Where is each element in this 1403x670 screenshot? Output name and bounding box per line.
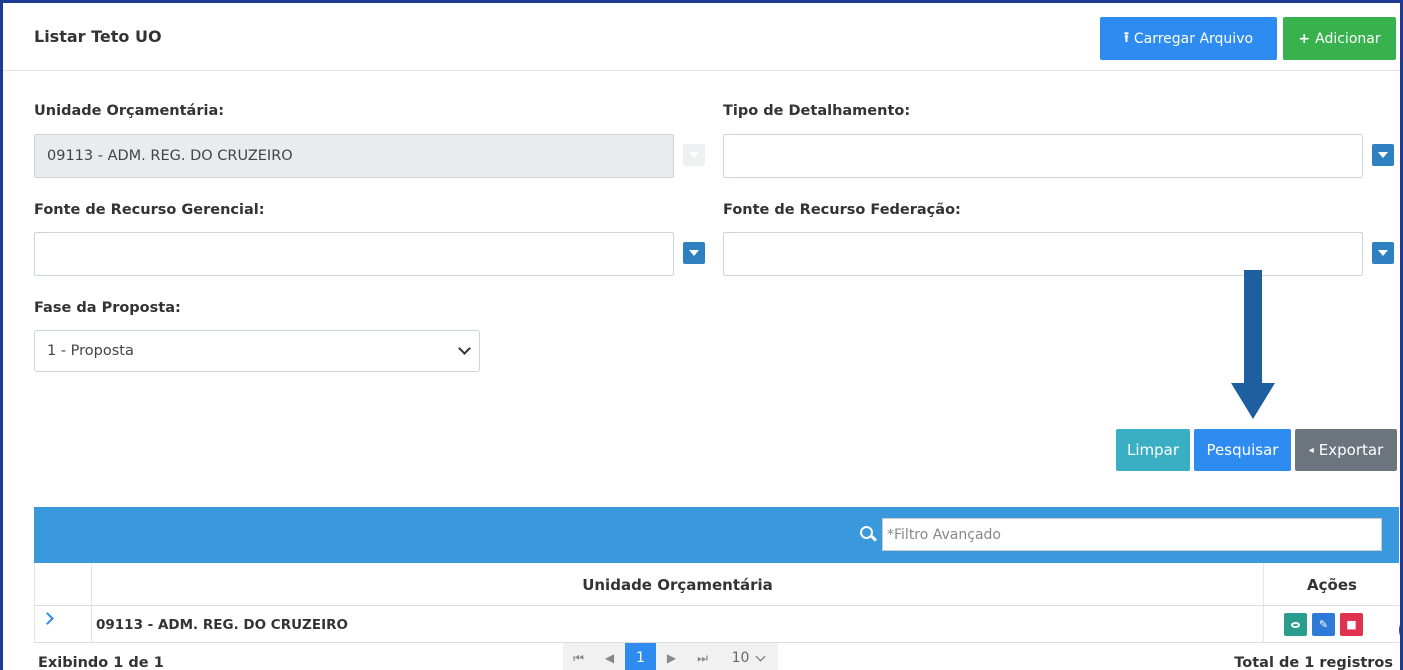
fase-label: Fase da Proposta: xyxy=(34,300,181,316)
grid-footer: Exibindo 1 de 1 ⏮ ◀ 1 ▶ ⏭ 10 Total de 1 … xyxy=(34,643,1399,670)
caret-down-icon xyxy=(1378,152,1388,158)
eye-icon xyxy=(1291,621,1300,628)
row-actions: ✎ ■ xyxy=(1263,606,1400,643)
expand-row-icon[interactable] xyxy=(41,612,54,625)
fonte-gerencial-dropdown-button[interactable] xyxy=(683,242,705,264)
plus-icon: + xyxy=(1298,30,1311,47)
column-unidade-header[interactable]: Unidade Orçamentária xyxy=(91,563,1263,606)
fonte-gerencial-field[interactable] xyxy=(34,232,674,276)
next-page-icon[interactable]: ▶ xyxy=(656,643,687,670)
fonte-gerencial-label: Fonte de Recurso Gerencial: xyxy=(34,202,265,218)
table-row: 09113 - ADM. REG. DO CRUZEIRO ✎ ■ xyxy=(34,606,1399,643)
page-title: Listar Teto UO xyxy=(34,27,162,46)
export-button[interactable]: ◂ Exportar xyxy=(1295,429,1397,471)
annotation-arrow-icon xyxy=(1231,383,1275,419)
last-page-icon[interactable]: ⏭ xyxy=(687,643,718,670)
unidade-value: 09113 - ADM. REG. DO CRUZEIRO xyxy=(47,148,293,164)
unidade-field: 09113 - ADM. REG. DO CRUZEIRO xyxy=(34,134,674,178)
upload-icon: ⭱ xyxy=(1123,29,1129,46)
page-header: Listar Teto UO ⭱ Carregar Arquivo + Adic… xyxy=(3,3,1400,71)
upload-file-label: Carregar Arquivo xyxy=(1133,30,1254,47)
delete-button[interactable]: ■ xyxy=(1340,613,1363,636)
pencil-icon: ✎ xyxy=(1318,618,1329,631)
upload-file-button[interactable]: ⭱ Carregar Arquivo xyxy=(1100,17,1277,60)
fase-select[interactable]: 1 - Proposta xyxy=(34,330,480,372)
caret-down-icon xyxy=(1378,250,1388,256)
add-label: Adicionar xyxy=(1315,30,1381,47)
tipo-field[interactable] xyxy=(723,134,1363,178)
caret-left-icon: ◂ xyxy=(1308,444,1314,456)
clear-button[interactable]: Limpar xyxy=(1116,429,1190,471)
grid-toolbar xyxy=(34,507,1399,563)
tipo-label: Tipo de Detalhamento: xyxy=(723,103,911,119)
chevron-down-icon xyxy=(755,651,766,661)
total-records: Total de 1 registros xyxy=(1234,655,1393,670)
fase-value: 1 - Proposta xyxy=(47,343,134,359)
column-acoes-header: Ações xyxy=(1263,563,1400,606)
first-page-icon[interactable]: ⏮ xyxy=(563,643,594,670)
page-size-value: 10 xyxy=(731,650,750,666)
view-button[interactable] xyxy=(1284,613,1307,636)
export-label: Exportar xyxy=(1318,441,1384,459)
tipo-dropdown-button[interactable] xyxy=(1372,144,1394,166)
search-button[interactable]: Pesquisar xyxy=(1194,429,1291,471)
unidade-label: Unidade Orçamentária: xyxy=(34,103,225,119)
edit-button[interactable]: ✎ xyxy=(1312,613,1335,636)
page-number[interactable]: 1 xyxy=(625,643,656,670)
grid-header: Unidade Orçamentária Ações xyxy=(34,563,1399,606)
add-button[interactable]: + Adicionar xyxy=(1283,17,1396,60)
pager: ⏮ ◀ 1 ▶ ⏭ 10 xyxy=(563,643,778,670)
app-frame: Listar Teto UO ⭱ Carregar Arquivo + Adic… xyxy=(0,0,1403,670)
prev-page-icon[interactable]: ◀ xyxy=(594,643,625,670)
page-size-select[interactable]: 10 xyxy=(718,643,778,670)
fonte-federacao-dropdown-button[interactable] xyxy=(1372,242,1394,264)
chevron-down-icon xyxy=(458,342,471,355)
annotation-arrow-shaft xyxy=(1244,270,1262,388)
search-icon xyxy=(860,526,873,539)
fonte-federacao-field[interactable] xyxy=(723,232,1363,276)
caret-down-icon xyxy=(689,152,699,158)
fonte-federacao-label: Fonte de Recurso Federação: xyxy=(723,202,961,218)
showing-count: Exibindo 1 de 1 xyxy=(38,655,164,670)
row-unidade-cell: 09113 - ADM. REG. DO CRUZEIRO xyxy=(91,606,1263,643)
unidade-dropdown-button xyxy=(683,144,705,166)
caret-down-icon xyxy=(689,250,699,256)
trash-icon: ■ xyxy=(1346,618,1357,631)
advanced-filter-input[interactable] xyxy=(882,518,1382,551)
